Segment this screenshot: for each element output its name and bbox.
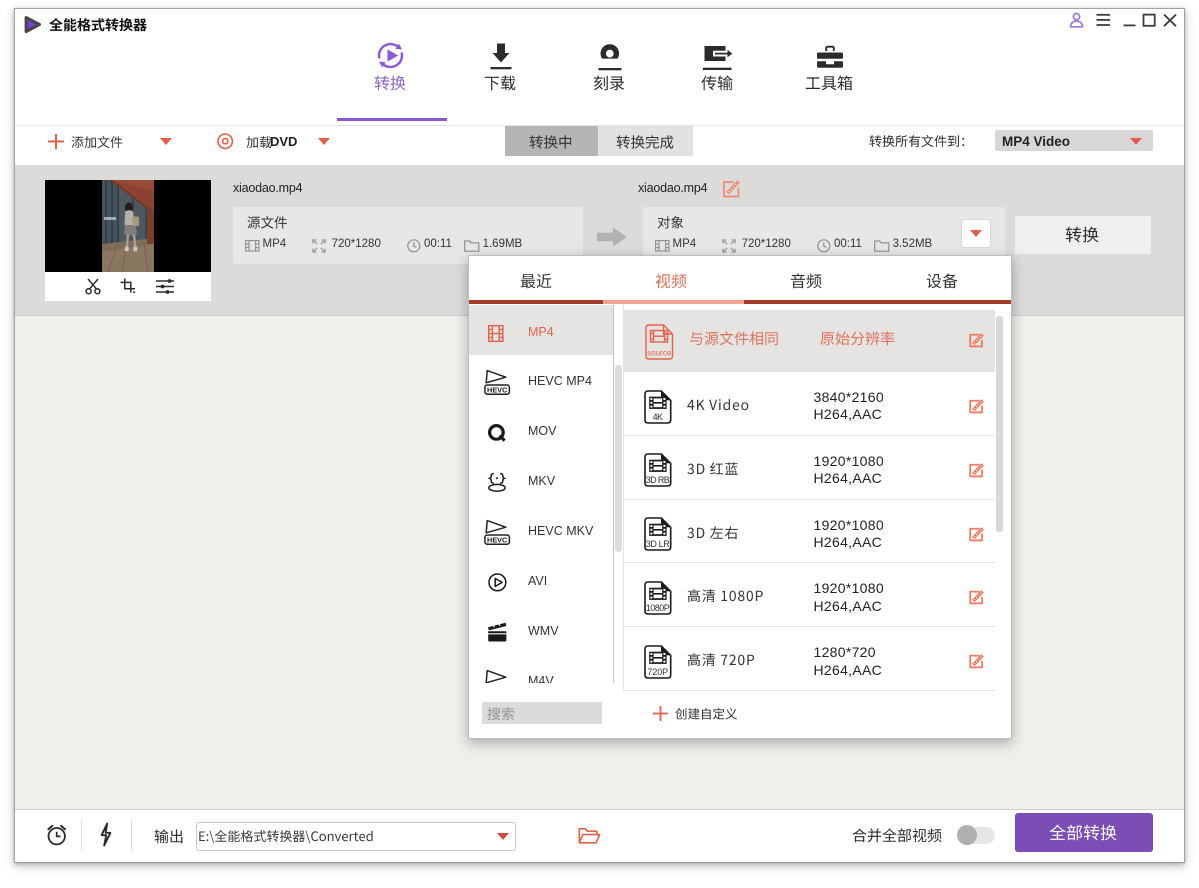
svg-text:HEVC: HEVC	[487, 535, 508, 544]
svg-text:HEVC: HEVC	[487, 385, 508, 394]
svg-text:source: source	[647, 349, 672, 358]
svg-text:3D RB: 3D RB	[646, 475, 670, 485]
svg-text:3D LR: 3D LR	[646, 539, 671, 549]
svg-text:4K: 4K	[653, 411, 663, 421]
svg-text:720P: 720P	[647, 667, 668, 677]
svg-text:1080P: 1080P	[646, 603, 670, 613]
